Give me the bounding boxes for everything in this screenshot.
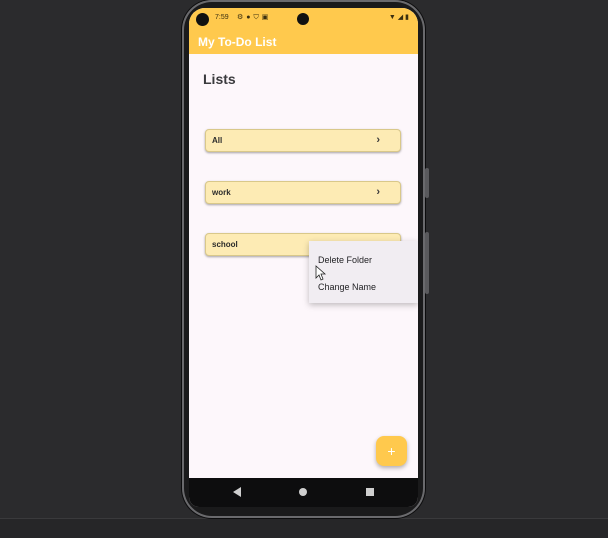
status-icons-right: ▼◢▮ bbox=[389, 13, 411, 21]
status-dot bbox=[196, 13, 209, 26]
back-icon[interactable] bbox=[233, 487, 241, 497]
mouse-cursor-icon bbox=[315, 265, 327, 281]
list-item-all[interactable]: All › bbox=[205, 129, 401, 152]
chevron-right-icon: › bbox=[376, 186, 380, 198]
navigation-bar bbox=[189, 478, 418, 507]
device-screen: 7:59 ⚙●⛉▣ ▼◢▮ My To-Do List Lists All › … bbox=[189, 8, 418, 507]
clipboard-icon: ▣ bbox=[261, 14, 272, 21]
chevron-right-icon: › bbox=[376, 134, 380, 146]
settings-icon: ⚙ bbox=[237, 14, 247, 21]
list-item-work[interactable]: work › bbox=[205, 181, 401, 204]
app-title: My To-Do List bbox=[198, 35, 277, 49]
power-button[interactable] bbox=[425, 232, 429, 294]
home-icon[interactable] bbox=[299, 488, 307, 496]
list-item-label: work bbox=[212, 188, 231, 197]
page-title: Lists bbox=[203, 71, 236, 87]
status-time: 7:59 bbox=[215, 14, 229, 21]
app-bar: My To-Do List bbox=[189, 30, 418, 54]
status-bar: 7:59 ⚙●⛉▣ ▼◢▮ bbox=[189, 8, 418, 30]
list-item-label: All bbox=[212, 136, 223, 145]
host-bottom-strip bbox=[0, 518, 608, 538]
recents-icon[interactable] bbox=[366, 488, 374, 496]
menu-item-change-name[interactable]: Change Name bbox=[318, 282, 376, 292]
notification-icon: ● bbox=[246, 14, 254, 21]
menu-item-delete-folder[interactable]: Delete Folder bbox=[318, 255, 372, 265]
wifi-icon: ▼ bbox=[388, 14, 398, 21]
add-list-button[interactable]: + bbox=[376, 436, 407, 466]
status-icons-left: ⚙●⛉▣ bbox=[237, 13, 271, 22]
list-item-label: school bbox=[212, 240, 238, 249]
volume-button[interactable] bbox=[425, 168, 429, 198]
shield-icon: ⛉ bbox=[253, 14, 262, 21]
battery-icon: ▮ bbox=[405, 14, 411, 21]
front-camera bbox=[297, 13, 309, 25]
